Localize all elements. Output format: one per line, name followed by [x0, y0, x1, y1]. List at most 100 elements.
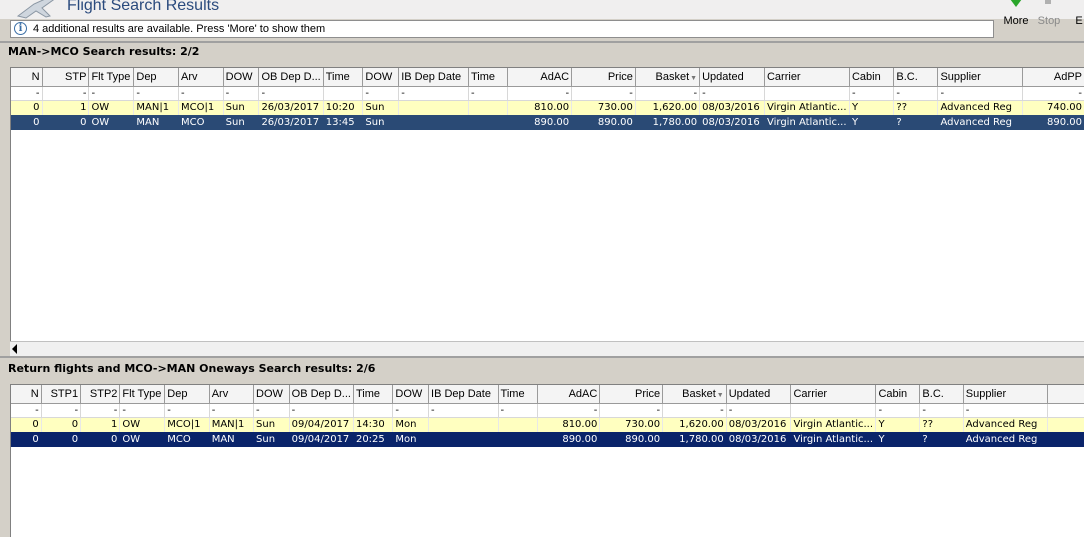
table-cell: Y [849, 100, 895, 115]
filter-cell[interactable]: - [537, 403, 601, 418]
filter-cell[interactable]: - [937, 86, 1024, 101]
column-header[interactable]: Arv [178, 68, 224, 87]
filter-cell[interactable]: - [875, 403, 921, 418]
table-row[interactable]: 0 0 0 OW MCO MAN Sun 09/04/2017 20:25 Mon 890.00 89… [11, 432, 1084, 447]
filter-cell[interactable]: - [428, 403, 499, 418]
filter-cell[interactable]: - [253, 403, 290, 418]
filter-cell[interactable] [323, 86, 364, 101]
column-header[interactable]: IB Dep Date [428, 385, 499, 404]
column-header[interactable]: Cabin [875, 385, 921, 404]
filter-cell[interactable]: - [1022, 86, 1084, 101]
column-header[interactable]: Flt Type [119, 385, 166, 404]
column-header[interactable]: OB Dep D... [258, 68, 324, 87]
column-header[interactable]: Time [323, 68, 364, 87]
column-header[interactable]: Time [353, 385, 394, 404]
filter-cell[interactable]: - [599, 403, 664, 418]
column-header[interactable]: B.C. [919, 385, 964, 404]
sort-desc-icon[interactable]: ▼ [717, 392, 724, 399]
filter-cell[interactable]: - [398, 86, 469, 101]
filter-cell[interactable]: - [88, 86, 135, 101]
filter-cell[interactable]: - [178, 86, 224, 101]
column-header[interactable]: Basket▼ [662, 385, 727, 404]
column-header[interactable]: DOW [253, 385, 290, 404]
filter-cell[interactable]: - [11, 86, 43, 101]
filter-cell[interactable]: - [571, 86, 636, 101]
column-header[interactable]: Time [468, 68, 509, 87]
filter-cell[interactable]: - [209, 403, 255, 418]
table-cell [398, 115, 469, 130]
outbound-results-grid[interactable]: N STP Flt Type Dep Arv DOW OB Dep D... Time DOW I… [10, 67, 1084, 342]
table-row[interactable]: 0 0 OW MAN MCO Sun 26/03/2017 13:45 Sun 890.00 890… [11, 115, 1084, 130]
column-header[interactable]: Dep [164, 385, 210, 404]
filter-cell[interactable]: - [258, 86, 324, 101]
column-header[interactable]: Price [571, 68, 636, 87]
column-header[interactable]: Updated [699, 68, 765, 87]
column-header[interactable]: Updated [726, 385, 792, 404]
filter-cell[interactable]: - [289, 403, 354, 418]
column-header[interactable]: Basket▼ [635, 68, 701, 87]
column-header[interactable]: Price [599, 385, 664, 404]
stop-button[interactable]: Stop [1034, 0, 1064, 28]
filter-cell[interactable]: - [893, 86, 939, 101]
more-button[interactable]: More [1000, 0, 1032, 28]
column-header[interactable]: AdPP [1022, 68, 1084, 87]
column-header[interactable]: IB Dep Date [398, 68, 469, 87]
column-header[interactable]: STP1 [41, 385, 82, 404]
column-header[interactable]: DOW [392, 385, 430, 404]
table-row[interactable]: 0 0 1 OW MCO|1 MAN|1 Sun 09/04/2017 14:30 Mon 810.… [11, 417, 1084, 432]
filter-cell[interactable]: - [468, 86, 509, 101]
filter-cell[interactable]: - [362, 86, 400, 101]
filter-cell[interactable]: - [963, 403, 1048, 418]
filter-cell[interactable]: - [662, 403, 727, 418]
filter-cell[interactable]: - [42, 86, 90, 101]
column-header[interactable]: Supplier [963, 385, 1048, 404]
column-header[interactable]: Dep [133, 68, 179, 87]
filter-cell[interactable]: - [507, 86, 573, 101]
filter-cell[interactable]: - [133, 86, 179, 101]
column-header[interactable]: N [11, 385, 42, 404]
column-header[interactable]: DOW [362, 68, 400, 87]
column-header[interactable]: Time [498, 385, 538, 404]
filter-cell[interactable]: - [392, 403, 430, 418]
filter-cell[interactable]: - [635, 86, 701, 101]
column-header[interactable]: B.C. [893, 68, 939, 87]
table-row[interactable]: 0 1 OW MAN|1 MCO|1 Sun 26/03/2017 10:20 Sun 810.0… [11, 100, 1084, 115]
filter-cell[interactable] [764, 86, 850, 101]
column-header[interactable]: OB Dep D... [289, 385, 354, 404]
filter-cell[interactable]: - [919, 403, 964, 418]
column-header[interactable]: Carrier [790, 385, 877, 404]
column-header[interactable]: N [11, 68, 43, 87]
table-cell: Virgin Atlantic... [790, 417, 877, 432]
filter-cell[interactable]: - [164, 403, 210, 418]
sort-desc-icon[interactable]: ▼ [690, 75, 697, 82]
filter-cell[interactable]: - [726, 403, 792, 418]
column-header[interactable]: AdAC [537, 385, 601, 404]
column-header[interactable]: Cabin [849, 68, 895, 87]
filter-cell[interactable] [790, 403, 877, 418]
filter-cell[interactable]: - [80, 403, 121, 418]
table-cell: 08/03/2016 [726, 432, 792, 447]
filter-cell[interactable] [1047, 403, 1084, 418]
filter-cell[interactable]: - [223, 86, 260, 101]
column-header[interactable]: Carrier [764, 68, 850, 87]
filter-cell[interactable]: - [498, 403, 538, 418]
table-cell: 0 [41, 417, 82, 432]
filter-cell[interactable]: - [119, 403, 166, 418]
column-header[interactable] [1047, 385, 1084, 404]
horizontal-scrollbar[interactable] [10, 341, 1084, 357]
return-results-grid[interactable]: N STP1 STP2 Flt Type Dep Arv DOW OB Dep D... Tim… [10, 384, 1084, 537]
extra-toolbar-button[interactable]: E [1074, 0, 1084, 28]
column-header[interactable]: Flt Type [88, 68, 135, 87]
scroll-left-arrow-icon[interactable] [12, 344, 17, 354]
filter-cell[interactable]: - [849, 86, 895, 101]
filter-cell[interactable]: - [41, 403, 82, 418]
filter-cell[interactable]: - [11, 403, 42, 418]
column-header[interactable]: Arv [209, 385, 255, 404]
filter-cell[interactable] [353, 403, 394, 418]
filter-cell[interactable]: - [699, 86, 765, 101]
column-header[interactable]: STP2 [80, 385, 121, 404]
column-header[interactable]: Supplier [937, 68, 1024, 87]
column-header[interactable]: STP [42, 68, 90, 87]
column-header[interactable]: AdAC [507, 68, 573, 87]
column-header[interactable]: DOW [223, 68, 260, 87]
